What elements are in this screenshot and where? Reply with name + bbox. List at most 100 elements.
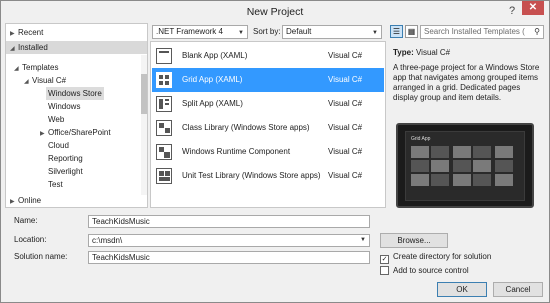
- tree-item-test[interactable]: Test: [48, 178, 63, 191]
- type-value: Visual C#: [415, 48, 451, 57]
- source-control-label: Add to source control: [393, 266, 469, 275]
- template-category-tree: ▶ Recent ◢ Installed ◢ Templates ◢ Visual C#…: [5, 23, 148, 208]
- template-row-blank-app[interactable]: Blank App (XAML) Visual C#: [152, 44, 384, 68]
- close-button[interactable]: ✕: [522, 1, 544, 15]
- template-row-split-app[interactable]: Split App (XAML) Visual C#: [152, 92, 384, 116]
- tree-item-installed[interactable]: ◢ Installed: [10, 41, 48, 54]
- title-bar: New Project ? ✕: [1, 1, 549, 23]
- preview-title: Grid App: [411, 136, 431, 142]
- collapse-arrow-icon[interactable]: ◢: [14, 63, 22, 76]
- template-row-runtime-component[interactable]: Windows Runtime Component Visual C#: [152, 140, 384, 164]
- solution-name-value: TeachKidsMusic: [92, 253, 150, 262]
- tree-item-visual-csharp[interactable]: ◢ Visual C#: [24, 74, 66, 87]
- tree-item-label: Reporting: [48, 154, 83, 163]
- template-name: Unit Test Library (Windows Store apps): [182, 171, 321, 180]
- template-language: Visual C#: [328, 147, 363, 156]
- tree-item-label: Installed: [18, 43, 48, 52]
- split-app-icon: [156, 96, 172, 112]
- create-directory-label: Create directory for solution: [393, 252, 492, 261]
- tree-item-recent[interactable]: ▶ Recent: [10, 26, 43, 39]
- runtime-component-icon: [156, 144, 172, 160]
- template-name: Split App (XAML): [182, 99, 243, 108]
- template-row-unit-test-library[interactable]: Unit Test Library (Windows Store apps) V…: [152, 164, 384, 188]
- tree-item-label: Test: [48, 180, 63, 189]
- location-value: c:\msdn\: [92, 236, 123, 245]
- collapse-arrow-icon[interactable]: ◢: [10, 43, 18, 56]
- name-field[interactable]: TeachKidsMusic: [88, 215, 370, 228]
- expand-arrow-icon[interactable]: ▶: [10, 28, 18, 41]
- checkbox-checked-icon[interactable]: ✓: [380, 255, 389, 264]
- template-row-class-library[interactable]: Class Library (Windows Store apps) Visua…: [152, 116, 384, 140]
- tree-item-templates[interactable]: ◢ Templates: [14, 61, 58, 74]
- sort-dropdown[interactable]: Default ▼: [282, 25, 382, 39]
- tree-item-windows-store[interactable]: Windows Store: [46, 87, 104, 100]
- tree-item-cloud[interactable]: Cloud: [48, 139, 69, 152]
- tree-item-web[interactable]: Web: [48, 113, 64, 126]
- tree-item-label: Web: [48, 115, 65, 124]
- tree-item-silverlight[interactable]: Silverlight: [48, 165, 83, 178]
- template-language: Visual C#: [328, 99, 363, 108]
- framework-value: .NET Framework 4: [156, 27, 223, 36]
- tree-item-label: Templates: [22, 63, 59, 72]
- search-icon[interactable]: ⚲: [534, 26, 540, 38]
- help-button[interactable]: ?: [505, 5, 519, 19]
- source-control-checkbox[interactable]: Add to source control: [380, 265, 469, 276]
- cancel-button[interactable]: Cancel: [493, 282, 543, 297]
- type-label: Type:: [393, 48, 414, 57]
- chevron-down-icon[interactable]: ▼: [360, 235, 366, 246]
- template-list: Blank App (XAML) Visual C# Grid App (XAM…: [150, 41, 386, 208]
- template-language: Visual C#: [328, 51, 363, 60]
- tree-item-online[interactable]: ▶ Online: [10, 194, 41, 207]
- name-label: Name:: [14, 216, 38, 225]
- location-field[interactable]: c:\msdn\ ▼: [88, 234, 370, 247]
- preview-screen: Grid App: [405, 131, 525, 201]
- sort-label: Sort by:: [253, 27, 281, 36]
- tree-item-label: Online: [18, 196, 42, 205]
- template-language: Visual C#: [328, 75, 363, 84]
- tree-item-reporting[interactable]: Reporting: [48, 152, 83, 165]
- tree-item-label: Windows: [48, 102, 81, 111]
- template-name: Windows Runtime Component: [182, 147, 291, 156]
- framework-dropdown[interactable]: .NET Framework 4 ▼: [152, 25, 248, 39]
- tree-item-label: Visual C#: [32, 76, 67, 85]
- search-placeholder: Search Installed Templates (: [424, 27, 525, 36]
- template-preview-image: Grid App: [396, 123, 534, 208]
- expand-arrow-icon[interactable]: ▶: [40, 128, 48, 141]
- template-row-grid-app[interactable]: Grid App (XAML) Visual C#: [152, 68, 384, 92]
- new-project-dialog: New Project ? ✕ ▶ Recent ◢ Installed ◢ Temp…: [0, 0, 550, 303]
- tree-item-office-sharepoint[interactable]: ▶ Office/SharePoint: [40, 126, 111, 139]
- solution-name-label: Solution name:: [14, 252, 68, 261]
- expand-arrow-icon[interactable]: ▶: [10, 196, 18, 209]
- tree-item-label: Windows Store: [48, 89, 102, 98]
- template-language: Visual C#: [328, 171, 363, 180]
- grid-view-icon: ▦: [407, 27, 416, 36]
- tree-item-windows[interactable]: Windows: [48, 100, 80, 113]
- window-title: New Project: [246, 6, 304, 18]
- checkbox-icon[interactable]: [380, 266, 389, 275]
- chevron-down-icon: ▼: [372, 30, 378, 36]
- small-icons-view-button[interactable]: ▦: [405, 25, 418, 38]
- tree-item-label: Cloud: [48, 141, 69, 150]
- create-directory-checkbox[interactable]: ✓ Create directory for solution: [380, 251, 492, 264]
- template-name: Grid App (XAML): [182, 75, 243, 84]
- template-type: Type: Visual C#: [393, 48, 450, 57]
- ok-button[interactable]: OK: [437, 282, 487, 297]
- list-view-button[interactable]: ☰: [390, 25, 403, 38]
- tree-item-label: Office/SharePoint: [48, 128, 111, 137]
- list-view-icon: ☰: [392, 27, 401, 36]
- class-library-icon: [156, 120, 172, 136]
- template-name: Blank App (XAML): [182, 51, 248, 60]
- browse-button[interactable]: Browse...: [380, 233, 448, 248]
- search-input[interactable]: Search Installed Templates ( ⚲: [420, 25, 544, 39]
- grid-app-icon: [156, 72, 172, 88]
- solution-name-field[interactable]: TeachKidsMusic: [88, 251, 370, 264]
- chevron-down-icon: ▼: [238, 30, 244, 36]
- template-name: Class Library (Windows Store apps): [182, 123, 310, 132]
- tree-item-label: Silverlight: [48, 167, 83, 176]
- template-details-pane: Type: Visual C# A three-page project for…: [389, 41, 547, 208]
- sort-value: Default: [286, 27, 312, 36]
- location-label: Location:: [14, 235, 47, 244]
- unit-test-icon: [156, 168, 172, 184]
- tree-scrollbar-thumb[interactable]: [141, 74, 147, 114]
- collapse-arrow-icon[interactable]: ◢: [24, 76, 32, 89]
